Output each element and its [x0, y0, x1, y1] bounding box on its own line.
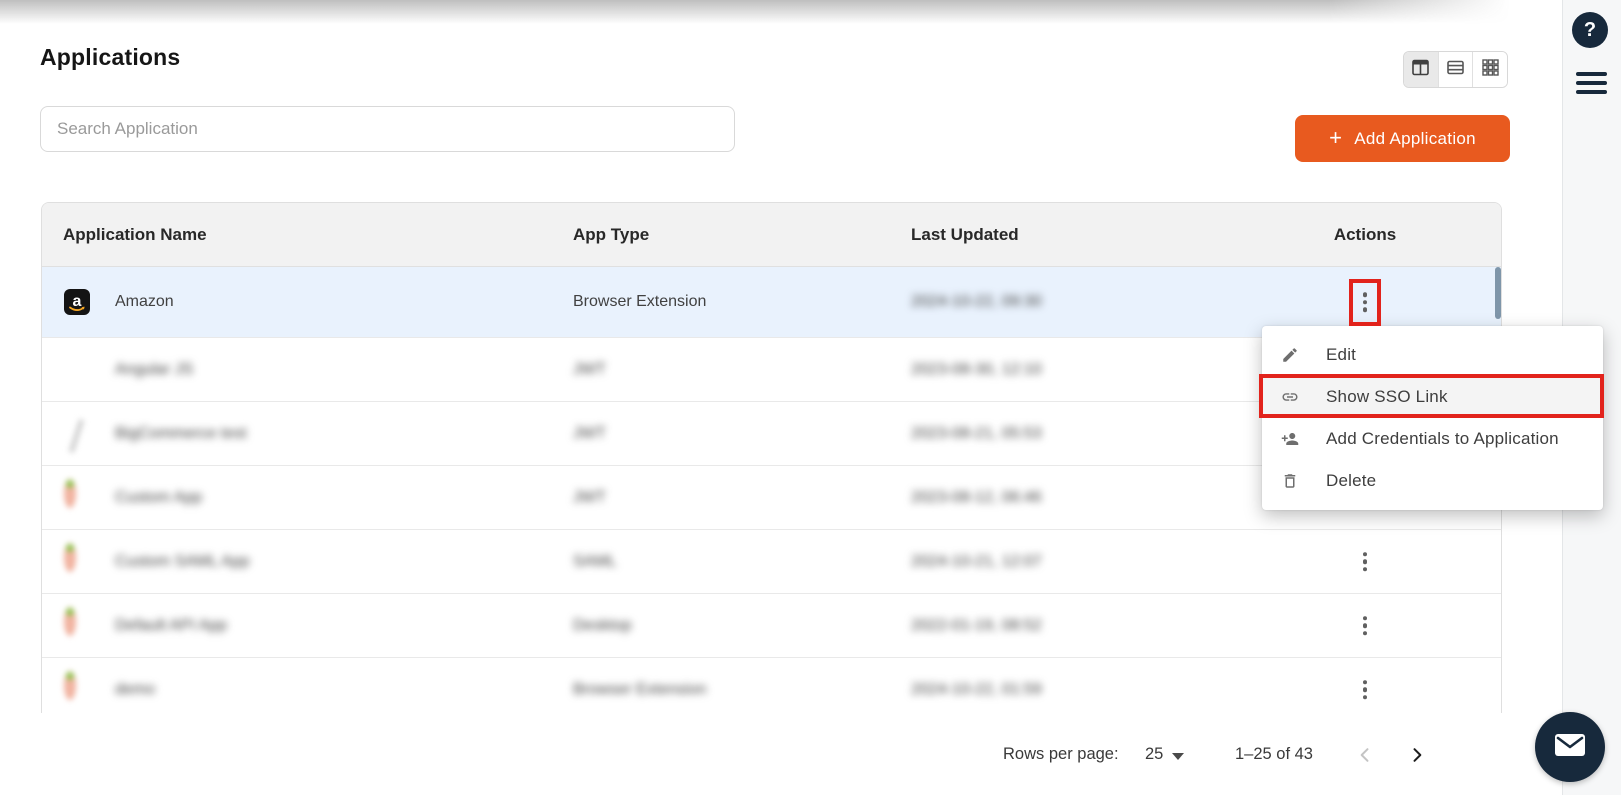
next-page-button[interactable] — [1404, 742, 1430, 768]
grid-view-button[interactable] — [1473, 52, 1507, 87]
rows-per-page-caret-icon[interactable] — [1172, 753, 1184, 760]
hamburger-menu-icon[interactable] — [1576, 72, 1607, 94]
miniorange-icon — [64, 549, 90, 575]
app-name: Custom App — [115, 489, 202, 507]
contact-mail-button[interactable] — [1535, 712, 1605, 782]
app-updated: 2023-08-21, 05:53 — [911, 425, 1042, 443]
previous-page-button[interactable] — [1352, 742, 1378, 768]
app-name: BigCommerce test — [115, 425, 247, 443]
top-scroll-shadow — [0, 0, 1510, 24]
menu-item-edit[interactable]: Edit — [1262, 334, 1603, 376]
app-type: Browser Extension — [573, 293, 706, 311]
grid-view-icon — [1482, 59, 1499, 81]
angular-icon — [64, 357, 90, 383]
link-icon — [1281, 388, 1299, 406]
column-header-app-type: App Type — [573, 225, 649, 245]
column-header-application-name: Application Name — [63, 225, 207, 245]
menu-item-delete[interactable]: Delete — [1262, 460, 1603, 502]
question-mark-icon: ? — [1584, 19, 1596, 42]
menu-item-add-credentials[interactable]: Add Credentials to Application — [1262, 418, 1603, 460]
add-application-label: Add Application — [1354, 129, 1476, 149]
table-row[interactable]: demo Browser Extension 2024-10-22, 01:59 — [42, 657, 1501, 713]
rows-per-page-label: Rows per page: — [1003, 745, 1119, 764]
plus-icon: + — [1329, 127, 1342, 149]
chevron-right-icon — [1407, 745, 1427, 765]
svg-text:a: a — [73, 293, 82, 310]
search-application-input[interactable] — [40, 106, 735, 152]
table-scrollbar-thumb[interactable] — [1495, 267, 1501, 319]
app-updated: 2024-10-22, 01:59 — [911, 681, 1042, 699]
app-updated: 2022-01-19, 08:52 — [911, 617, 1042, 635]
app-name: Amazon — [115, 293, 174, 311]
app-type: JWT — [573, 489, 606, 507]
app-updated: 2024-10-21, 12:07 — [911, 553, 1042, 571]
list-view-icon — [1447, 59, 1464, 81]
trash-icon — [1281, 472, 1299, 490]
person-add-icon — [1281, 430, 1299, 448]
app-updated: 2023-08-30, 12:10 — [911, 361, 1042, 379]
pencil-icon — [1281, 346, 1299, 364]
row-actions-kebab-icon[interactable] — [1345, 288, 1385, 316]
table-row[interactable]: Custom SAML App SAML 2024-10-21, 12:07 — [42, 529, 1501, 593]
row-actions-kebab-icon[interactable] — [1345, 676, 1385, 704]
app-type: Desktop — [573, 617, 632, 635]
mail-icon — [1554, 732, 1586, 763]
app-name: demo — [115, 681, 155, 699]
column-header-last-updated: Last Updated — [911, 225, 1019, 245]
page-title: Applications — [40, 44, 180, 71]
column-header-actions: Actions — [1290, 225, 1440, 245]
add-application-button[interactable]: + Add Application — [1295, 115, 1510, 162]
table-view-icon — [1412, 59, 1429, 81]
app-name: Angular JS — [115, 361, 193, 379]
row-actions-kebab-icon[interactable] — [1345, 612, 1385, 640]
row-actions-menu: Edit Show SSO Link Add Credentials to Ap… — [1262, 326, 1603, 510]
applications-page: Applications + Add Application Applicati… — [0, 0, 1621, 795]
app-name: Default API App — [115, 617, 227, 635]
app-type: Browser Extension — [573, 681, 706, 699]
list-view-button[interactable] — [1439, 52, 1474, 87]
app-type: JWT — [573, 361, 606, 379]
menu-item-show-sso-link[interactable]: Show SSO Link — [1262, 376, 1603, 418]
bigcommerce-icon — [64, 421, 90, 447]
miniorange-icon — [64, 485, 90, 511]
app-updated: 2024-10-22, 09:30 — [911, 293, 1042, 311]
amazon-icon: a — [64, 289, 90, 315]
app-type: JWT — [573, 425, 606, 443]
row-actions-kebab-icon[interactable] — [1345, 548, 1385, 576]
app-type: SAML — [573, 553, 617, 571]
chevron-left-icon — [1355, 745, 1375, 765]
table-view-button[interactable] — [1404, 52, 1439, 87]
miniorange-icon — [64, 613, 90, 639]
rows-per-page-select[interactable]: 25 — [1145, 745, 1163, 764]
app-name: Custom SAML App — [115, 553, 250, 571]
pagination-range-label: 1–25 of 43 — [1235, 745, 1313, 764]
app-updated: 2023-08-12, 06:46 — [911, 489, 1042, 507]
view-toggle — [1403, 51, 1508, 88]
help-button[interactable]: ? — [1572, 12, 1608, 48]
table-row[interactable]: Default API App Desktop 2022-01-19, 08:5… — [42, 593, 1501, 657]
table-header-row: Application Name App Type Last Updated A… — [42, 203, 1501, 267]
miniorange-icon — [64, 677, 90, 703]
